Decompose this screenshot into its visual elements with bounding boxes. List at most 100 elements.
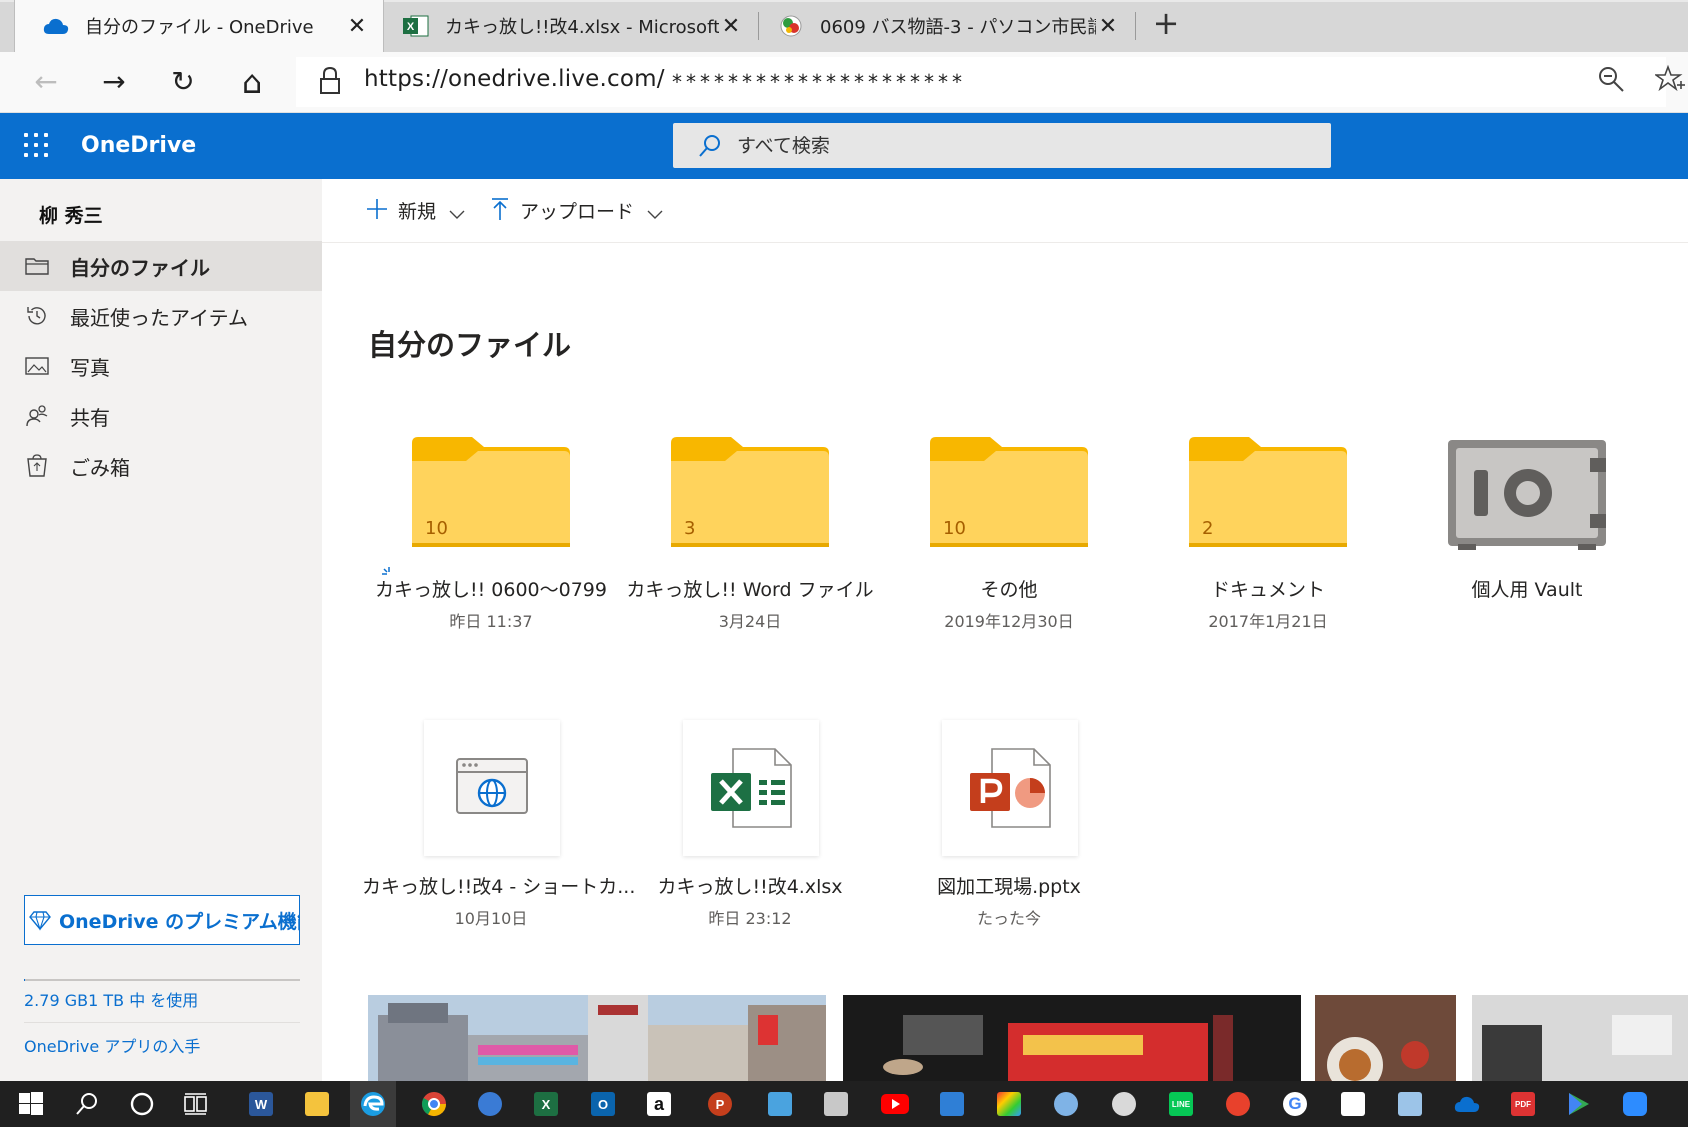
file-name: カキっ放し!!改4.xlsx — [657, 876, 843, 898]
sync-spinner-icon — [382, 566, 396, 580]
amazon-icon[interactable]: a — [636, 1081, 682, 1127]
folder-tile[interactable]: ドキュメント 2017年1月21日 — [1139, 575, 1397, 632]
folder-item-count: 10 — [425, 518, 448, 539]
get-app-link[interactable]: OneDrive アプリの入手 — [24, 1033, 200, 1057]
chevron-down-icon — [448, 204, 466, 219]
sidebar-item-label: 自分のファイル — [70, 255, 210, 280]
edge-icon[interactable] — [350, 1081, 396, 1127]
new-label: 新規 — [398, 201, 437, 223]
excel-file-icon — [711, 748, 793, 832]
upload-button[interactable]: アップロード — [490, 197, 664, 224]
image-icon — [24, 353, 50, 379]
refresh-button[interactable]: ↻ — [163, 64, 203, 100]
photo-thumbnail-city[interactable] — [368, 995, 826, 1081]
pdf-png-icon[interactable]: PDF — [1500, 1081, 1546, 1127]
folder-item-count: 10 — [943, 518, 966, 539]
folder-tile[interactable]: カキっ放し!! Word ファイル 3月24日 — [621, 575, 879, 632]
folder-item-count: 2 — [1202, 518, 1214, 539]
new-tab-button[interactable]: + — [1146, 4, 1186, 42]
search-icon[interactable] — [64, 1081, 110, 1127]
vault-tile[interactable]: 個人用 Vault — [1398, 575, 1656, 602]
file-tile[interactable]: カキっ放し!!改4 - ショートカ... 10月10日 — [362, 872, 636, 929]
premium-label: OneDrive のプレミアム機能 — [59, 910, 300, 933]
paint-palette-icon[interactable] — [1043, 1081, 1089, 1127]
recycle-bin-icon — [24, 453, 50, 479]
brand-title[interactable]: OneDrive — [81, 133, 196, 158]
folder-item-count: 3 — [684, 518, 696, 539]
file-thumbnail[interactable] — [942, 720, 1078, 856]
photo-thumbnail-cereal[interactable] — [843, 995, 1301, 1081]
printer-icon[interactable] — [813, 1081, 859, 1127]
word-icon[interactable]: W — [238, 1081, 284, 1127]
outlook-icon[interactable]: O — [580, 1081, 626, 1127]
file-explorer-icon[interactable] — [294, 1081, 340, 1127]
photo-thumbnail-food[interactable] — [1315, 995, 1456, 1093]
app-icon[interactable] — [1330, 1081, 1376, 1127]
photos-icon[interactable] — [929, 1081, 975, 1127]
app-launcher-icon[interactable] — [24, 133, 48, 157]
sidebar-item-shared[interactable]: 共有 — [0, 391, 322, 441]
cortana-icon[interactable] — [119, 1081, 165, 1127]
sidebar-divider — [24, 1022, 300, 1023]
search-input[interactable] — [735, 129, 1299, 163]
tab-label: 自分のファイル - OneDrive — [85, 17, 314, 38]
people-app-icon[interactable] — [467, 1081, 513, 1127]
favorite-star-icon[interactable] — [1653, 64, 1685, 94]
file-name: カキっ放し!!改4 - ショートカ... — [362, 876, 636, 898]
zoom-icon[interactable] — [1596, 64, 1626, 94]
home-button[interactable]: ⌂ — [232, 64, 272, 100]
tab-close-button[interactable]: ✕ — [345, 14, 369, 39]
powerpoint-icon[interactable]: P — [697, 1081, 743, 1127]
tab-onedrive[interactable]: 自分のファイル - OneDrive ✕ — [14, 0, 384, 52]
line-icon[interactable]: LINE — [1158, 1081, 1204, 1127]
storage-usage[interactable]: 2.79 GB1 TB 中 を使用 — [24, 987, 198, 1011]
back-button[interactable]: ← — [26, 64, 66, 100]
scanner-icon[interactable] — [1387, 1081, 1433, 1127]
file-thumbnail[interactable] — [424, 720, 560, 856]
app-icon[interactable] — [1215, 1081, 1261, 1127]
onedrive-cloud-icon — [43, 13, 69, 39]
folder-tile[interactable]: その他 2019年12月30日 — [880, 575, 1138, 632]
chevron-down-icon — [646, 204, 664, 219]
file-thumbnail[interactable] — [683, 720, 819, 856]
excel-icon[interactable]: X — [523, 1081, 569, 1127]
zoom-app-icon[interactable] — [1612, 1081, 1658, 1127]
google-icon[interactable]: G — [1272, 1081, 1318, 1127]
powerpoint-file-icon — [970, 748, 1052, 832]
app-icon[interactable] — [1101, 1081, 1147, 1127]
onedrive-icon[interactable] — [1444, 1081, 1490, 1127]
paint-icon[interactable] — [986, 1081, 1032, 1127]
tab-pc-course[interactable]: 0609 バス物語-3 - パソコン市民講座 ✕ — [760, 0, 1134, 52]
premium-button[interactable]: OneDrive のプレミアム機能 — [24, 895, 300, 945]
search-box[interactable] — [673, 123, 1331, 168]
sidebar-item-recent[interactable]: 最近使ったアイテム — [0, 291, 322, 341]
new-button[interactable]: 新規 — [366, 197, 466, 224]
sidebar-item-my-files[interactable]: 自分のファイル — [0, 241, 322, 291]
play-store-icon[interactable] — [1556, 1081, 1602, 1127]
app-icon[interactable] — [757, 1081, 803, 1127]
file-date: 10月10日 — [454, 909, 528, 928]
tab-label: 0609 バス物語-3 - パソコン市民講座 — [820, 17, 1096, 38]
folder-name: その他 — [980, 579, 1038, 601]
page-title: 自分のファイル — [368, 328, 572, 362]
tab-close-button[interactable]: ✕ — [719, 14, 743, 39]
photo-thumbnail-room[interactable] — [1472, 995, 1688, 1081]
tab-close-button[interactable]: ✕ — [1096, 14, 1120, 39]
youtube-icon[interactable] — [872, 1081, 918, 1127]
file-tile[interactable]: カキっ放し!!改4.xlsx 昨日 23:12 — [621, 872, 879, 929]
forward-button[interactable]: → — [94, 64, 134, 100]
lock-icon[interactable] — [318, 66, 342, 96]
browser-tab-strip: 自分のファイル - OneDrive ✕ X カキっ放し!!改4.xlsx - … — [0, 0, 1688, 52]
sidebar-item-label: 写真 — [70, 355, 110, 380]
start-icon[interactable] — [8, 1081, 54, 1127]
sidebar-item-recycle-bin[interactable]: ごみ箱 — [0, 441, 322, 491]
sidebar-item-photos[interactable]: 写真 — [0, 341, 322, 391]
task-view-icon[interactable] — [174, 1081, 220, 1127]
plus-icon — [366, 198, 388, 223]
tab-separator — [1135, 12, 1136, 40]
vault-icon[interactable] — [1448, 440, 1606, 550]
file-tile[interactable]: 図加工現場.pptx たった今 — [880, 872, 1138, 929]
tab-excel[interactable]: X カキっ放し!!改4.xlsx - Microsoft Ex ✕ — [385, 0, 757, 52]
folder-tile[interactable]: カキっ放し!! 0600～0799 昨日 11:37 — [362, 575, 620, 632]
chrome-icon[interactable] — [411, 1081, 457, 1127]
